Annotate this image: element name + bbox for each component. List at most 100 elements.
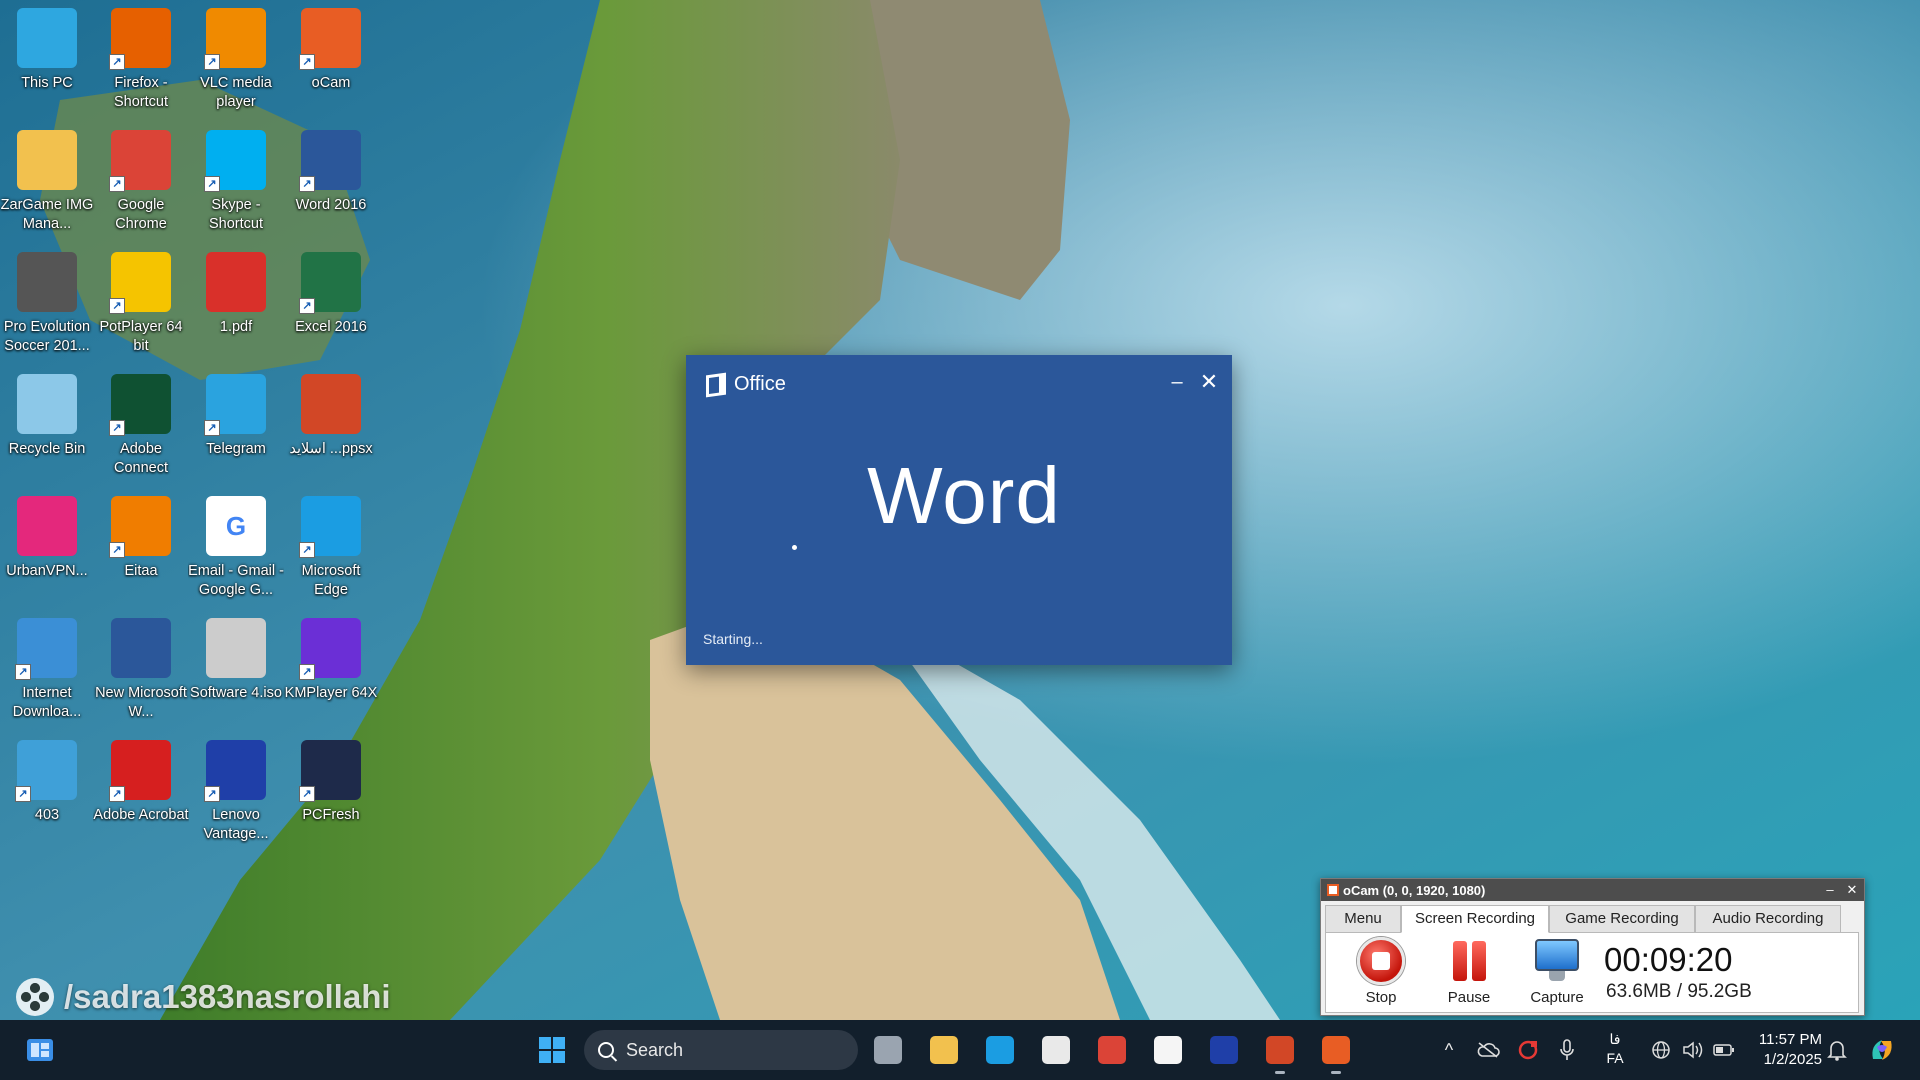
taskbar-app-button[interactable] xyxy=(1092,1030,1132,1070)
desktop-icon[interactable]: ↗ Lenovo Vantage... xyxy=(188,732,284,850)
desktop-icon[interactable]: ↗ Internet Downloa... xyxy=(0,610,95,728)
microphone-icon xyxy=(1560,1039,1574,1060)
desktop-icon[interactable]: UrbanVPN... xyxy=(0,488,95,606)
taskbar-app-button[interactable] xyxy=(924,1030,964,1070)
close-button[interactable]: ✕ xyxy=(1194,367,1224,397)
desktop-icon-grid: This PC ↗ Firefox - Shortcut ↗ VLC media pla… xyxy=(0,0,380,1000)
desktop-icon[interactable]: ↗ Excel 2016 xyxy=(283,244,379,362)
taskbar-app-button[interactable] xyxy=(1148,1030,1188,1070)
powerpoint-icon xyxy=(1266,1036,1294,1064)
tab-screen-recording[interactable]: Screen Recording xyxy=(1401,905,1549,933)
taskbar-app-button[interactable] xyxy=(1036,1030,1076,1070)
desktop-icon[interactable]: ↗ Skype - Shortcut xyxy=(188,122,284,240)
notifications-button[interactable] xyxy=(1822,1030,1852,1070)
vlc-icon: ↗ xyxy=(204,8,266,70)
desktop-icon[interactable]: ↗ PotPlayer 64 bit xyxy=(93,244,189,362)
tab-menu[interactable]: Menu xyxy=(1325,905,1401,933)
chevron-up-icon: ^ xyxy=(1444,1039,1454,1060)
file-explorer-icon xyxy=(930,1036,958,1064)
onedrive-tray[interactable] xyxy=(1472,1030,1504,1070)
minimize-button[interactable]: – xyxy=(1162,367,1192,397)
desktop-icon-label: UrbanVPN... xyxy=(6,563,88,579)
recording-timer: 00:09:20 xyxy=(1604,941,1733,978)
desktop-icon[interactable]: 1.pdf xyxy=(188,244,284,362)
desktop-icon[interactable]: ↗ 403 xyxy=(0,732,95,850)
task-view-icon xyxy=(874,1036,902,1064)
pause-button[interactable]: Pause xyxy=(1434,937,1504,1006)
ocam-titlebar[interactable]: oCam (0, 0, 1920, 1080) – ✕ xyxy=(1321,879,1864,901)
monitor-icon xyxy=(1533,937,1581,985)
recording-size: 63.6MB / 95.2GB xyxy=(1606,981,1752,1002)
taskbar-app-button[interactable] xyxy=(868,1030,908,1070)
desktop-icon[interactable]: ↗ Word 2016 xyxy=(283,122,379,240)
capture-button[interactable]: Capture xyxy=(1522,937,1592,1006)
desktop-icon[interactable]: New Microsoft W... xyxy=(93,610,189,728)
sync-tray[interactable] xyxy=(1512,1030,1544,1070)
bell-icon xyxy=(1827,1041,1847,1061)
ocam-minimize-button[interactable]: – xyxy=(1819,879,1841,901)
shortcut-arrow-icon: ↗ xyxy=(204,786,220,802)
microsoft-store-icon xyxy=(1042,1036,1070,1064)
splash-app-name: Word xyxy=(867,451,1061,540)
network-tray[interactable] xyxy=(1646,1030,1676,1070)
taskbar-app-button[interactable] xyxy=(1204,1030,1244,1070)
desktop-icon-label: VLC media player xyxy=(200,75,272,110)
desktop-icon[interactable]: ↗ KMPlayer 64X xyxy=(283,610,379,728)
tab-audio-recording[interactable]: Audio Recording xyxy=(1695,905,1841,933)
ocam-close-button[interactable]: ✕ xyxy=(1841,879,1863,901)
desktop-icon-label: KMPlayer 64X xyxy=(284,685,378,701)
volume-tray[interactable] xyxy=(1678,1030,1708,1070)
shortcut-arrow-icon: ↗ xyxy=(299,664,315,680)
desktop-icon-label: Pro Evolution Soccer 201... xyxy=(3,319,91,354)
taskbar-app-button[interactable] xyxy=(980,1030,1020,1070)
shortcut-arrow-icon: ↗ xyxy=(204,420,220,436)
taskbar-app-button[interactable] xyxy=(1316,1030,1356,1074)
stop-icon xyxy=(1357,937,1405,985)
desktop-icon[interactable]: This PC xyxy=(0,0,95,118)
desktop-icon[interactable]: اسلاید ...ppsx xyxy=(283,366,379,484)
taskbar-clock[interactable]: 11:57 PM 1/2/2025 xyxy=(1740,1030,1822,1070)
acrobat-icon: ↗ xyxy=(109,740,171,802)
desktop-icon[interactable]: ↗ oCam xyxy=(283,0,379,118)
403-app-icon: ↗ xyxy=(15,740,77,802)
taskbar-app-button[interactable] xyxy=(1260,1030,1300,1074)
desktop-icon[interactable]: ↗ Google Chrome xyxy=(93,122,189,240)
taskbar-search[interactable]: Search xyxy=(584,1030,858,1070)
desktop-icon-label: Recycle Bin xyxy=(8,441,86,457)
tab-game-recording[interactable]: Game Recording xyxy=(1549,905,1695,933)
desktop-icon[interactable]: ↗ Adobe Acrobat xyxy=(93,732,189,850)
desktop-icon[interactable]: ↗ VLC media player xyxy=(188,0,284,118)
desktop-icon[interactable]: ↗ Microsoft Edge xyxy=(283,488,379,606)
shortcut-arrow-icon: ↗ xyxy=(109,420,125,436)
search-icon xyxy=(598,1042,614,1058)
desktop-icon[interactable]: ZarGame IMG Mana... xyxy=(0,122,95,240)
stop-button[interactable]: Stop xyxy=(1346,937,1416,1006)
powerpoint-show-icon xyxy=(301,374,361,434)
shortcut-arrow-icon: ↗ xyxy=(299,542,315,558)
desktop-icon[interactable]: G Email - Gmail - Google G... xyxy=(188,488,284,606)
shortcut-arrow-icon: ↗ xyxy=(299,176,315,192)
desktop-icon[interactable]: Software 4.iso xyxy=(188,610,284,728)
clock-time: 11:57 PM xyxy=(1758,1031,1822,1048)
copilot-button[interactable] xyxy=(1862,1030,1902,1070)
edge-icon xyxy=(986,1036,1014,1064)
desktop-icon[interactable]: ↗ Eitaa xyxy=(93,488,189,606)
office-brand: Office xyxy=(706,372,786,397)
battery-tray[interactable] xyxy=(1710,1030,1738,1070)
microphone-tray[interactable] xyxy=(1552,1030,1582,1070)
show-hidden-icons-button[interactable]: ^ xyxy=(1434,1030,1464,1070)
desktop-icon[interactable]: ↗ Adobe Connect xyxy=(93,366,189,484)
desktop-icon[interactable]: ↗ Telegram xyxy=(188,366,284,484)
desktop-icon[interactable]: Pro Evolution Soccer 201... xyxy=(0,244,95,362)
desktop-icon[interactable]: Recycle Bin xyxy=(0,366,95,484)
ocam-icon xyxy=(1322,1036,1350,1064)
widgets-button[interactable] xyxy=(20,1030,60,1070)
running-indicator xyxy=(1331,1071,1341,1074)
desktop-icon-label: PCFresh xyxy=(302,807,360,823)
start-button[interactable] xyxy=(532,1030,572,1070)
language-indicator[interactable]: فا FA xyxy=(1600,1030,1630,1068)
shortcut-arrow-icon: ↗ xyxy=(299,54,315,70)
desktop-icon[interactable]: ↗ PCFresh xyxy=(283,732,379,850)
desktop-icon[interactable]: ↗ Firefox - Shortcut xyxy=(93,0,189,118)
ocam-window: oCam (0, 0, 1920, 1080) – ✕ Menu Screen … xyxy=(1320,878,1865,1016)
